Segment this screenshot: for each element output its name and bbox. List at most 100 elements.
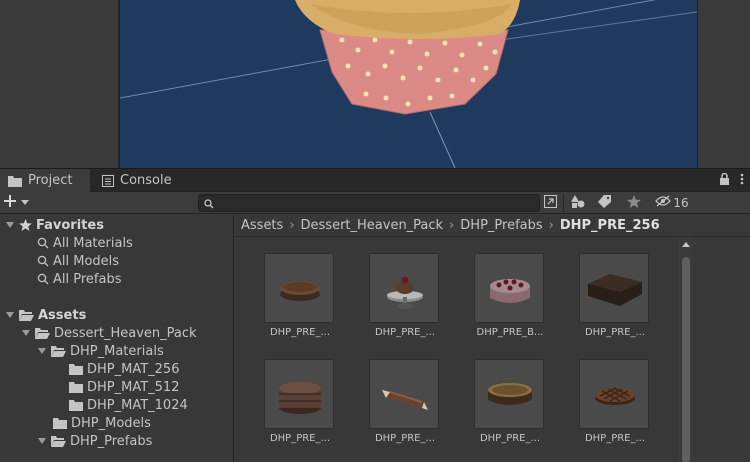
tree-item-dessert-heaven-pack[interactable]: Dessert_Heaven_Pack bbox=[0, 324, 233, 342]
chevron-right-icon: › bbox=[548, 218, 554, 233]
tree-item-label: DHP_MAT_512 bbox=[87, 379, 180, 395]
scene-area bbox=[0, 0, 750, 168]
folder-icon bbox=[69, 381, 83, 393]
expand-arrow-icon[interactable] bbox=[6, 312, 14, 318]
search-icon bbox=[204, 198, 214, 213]
folder-icon bbox=[69, 363, 83, 375]
expand-arrow-icon[interactable] bbox=[38, 438, 46, 444]
tree-item-dhp-mat-1024[interactable]: DHP_MAT_1024 bbox=[0, 396, 233, 414]
tree-item-label: DHP_MAT_256 bbox=[87, 361, 180, 377]
left-panel bbox=[0, 0, 119, 168]
asset-item[interactable]: DHP_PRE_... bbox=[250, 253, 340, 349]
filter-by-type-button[interactable] bbox=[568, 194, 588, 212]
search-input[interactable] bbox=[217, 195, 537, 211]
asset-item[interactable]: DHP_PRE_... bbox=[460, 359, 550, 455]
breadcrumb-item[interactable]: Assets bbox=[241, 218, 283, 233]
project-window: Project Console 16 Favorites All Materia… bbox=[0, 168, 750, 462]
breadcrumb-current[interactable]: DHP_PRE_256 bbox=[560, 218, 660, 233]
folder-open-icon bbox=[51, 345, 66, 357]
tree-item-label: Dessert_Heaven_Pack bbox=[54, 325, 197, 341]
asset-label: DHP_PRE_... bbox=[584, 327, 646, 338]
tab-project-label: Project bbox=[28, 173, 73, 188]
star-icon bbox=[627, 194, 641, 212]
tree-item-dhp-mat-512[interactable]: DHP_MAT_512 bbox=[0, 378, 233, 396]
breadcrumb-item[interactable]: DHP_Prefabs bbox=[460, 218, 542, 233]
toolbar-separator bbox=[563, 194, 564, 212]
tree-item-label: DHP_MAT_1024 bbox=[87, 397, 188, 413]
tree-item-all-models[interactable]: All Models bbox=[0, 252, 233, 270]
favorite-button[interactable] bbox=[624, 194, 644, 212]
tree-item-dhp-mat-256[interactable]: DHP_MAT_256 bbox=[0, 360, 233, 378]
search-by-type-button[interactable] bbox=[540, 194, 560, 212]
search-icon bbox=[37, 237, 49, 249]
tree-item-all-prefabs[interactable]: All Prefabs bbox=[0, 270, 233, 288]
cheesecake-thumbnail bbox=[474, 359, 544, 429]
tree-item-dhp-prefabs[interactable]: DHP_Prefabs bbox=[0, 432, 233, 450]
breadcrumb-item[interactable]: Dessert_Heaven_Pack bbox=[301, 218, 444, 233]
kebab-menu-icon[interactable] bbox=[740, 173, 744, 189]
tree-item-label: Assets bbox=[38, 307, 87, 323]
hidden-count: 16 bbox=[673, 196, 689, 210]
asset-item[interactable]: DHP_PRE_... bbox=[355, 359, 445, 455]
tree-item-label: DHP_Prefabs bbox=[70, 433, 153, 449]
lock-icon[interactable] bbox=[719, 172, 730, 189]
scene-viewport-render bbox=[120, 0, 697, 168]
expand-arrow-icon[interactable] bbox=[6, 222, 14, 228]
asset-browser: Assets › Dessert_Heaven_Pack › DHP_Prefa… bbox=[235, 215, 750, 462]
external-link-icon bbox=[543, 194, 557, 212]
tree-item-all-materials[interactable]: All Materials bbox=[0, 234, 233, 252]
asset-item[interactable]: DHP_PRE_... bbox=[565, 253, 655, 349]
cupcake-stand-thumbnail bbox=[369, 253, 439, 323]
folder-open-icon bbox=[51, 435, 66, 447]
lattice-pie-thumbnail bbox=[579, 359, 649, 429]
eye-slash-icon bbox=[655, 195, 672, 211]
folder-tree: Favorites All Materials All Models All P… bbox=[0, 215, 234, 462]
expand-arrow-icon[interactable] bbox=[22, 330, 30, 336]
asset-item[interactable]: DHP_PRE_B... bbox=[460, 253, 550, 349]
chevron-right-icon: › bbox=[449, 218, 455, 233]
tab-tools bbox=[719, 169, 744, 192]
scroll-up-arrow-icon[interactable] bbox=[682, 242, 690, 247]
expand-arrow-icon[interactable] bbox=[38, 348, 46, 354]
macaron-stack-thumbnail bbox=[264, 359, 334, 429]
asset-item[interactable]: DHP_PRE_... bbox=[565, 359, 655, 455]
asset-label: DHP_PRE_... bbox=[374, 327, 436, 338]
folder-icon bbox=[53, 417, 67, 429]
star-icon bbox=[19, 219, 32, 231]
console-icon bbox=[102, 174, 114, 187]
asset-item[interactable]: DHP_PRE_... bbox=[250, 359, 340, 455]
asset-label: DHP_PRE_... bbox=[269, 433, 331, 444]
filter-by-label-button[interactable] bbox=[594, 194, 614, 212]
tree-item-label: DHP_Materials bbox=[70, 343, 164, 359]
folder-open-icon bbox=[35, 327, 50, 339]
folder-open-icon bbox=[19, 309, 34, 321]
chevron-down-icon bbox=[21, 200, 29, 206]
search-field[interactable] bbox=[198, 194, 540, 212]
vertical-scrollbar[interactable] bbox=[679, 237, 693, 462]
tree-item-label: Favorites bbox=[36, 217, 104, 233]
tree-item-label: All Models bbox=[53, 253, 120, 269]
create-button[interactable] bbox=[4, 193, 38, 213]
tab-console-label: Console bbox=[120, 173, 172, 188]
tree-item-label: DHP_Models bbox=[71, 415, 151, 431]
tag-icon bbox=[597, 194, 611, 212]
tree-item-dhp-models[interactable]: DHP_Models bbox=[0, 414, 233, 432]
right-panel bbox=[697, 0, 750, 168]
chevron-right-icon: › bbox=[289, 218, 295, 233]
scene-view[interactable] bbox=[120, 0, 697, 168]
scrollbar-thumb[interactable] bbox=[682, 257, 690, 462]
asset-label: DHP_PRE_... bbox=[479, 433, 541, 444]
asset-item[interactable]: DHP_PRE_... bbox=[355, 253, 445, 349]
tab-project[interactable]: Project bbox=[0, 169, 90, 192]
hidden-packages-button[interactable]: 16 bbox=[654, 194, 690, 212]
tree-item-dhp-materials[interactable]: DHP_Materials bbox=[0, 342, 233, 360]
folder-icon bbox=[8, 175, 22, 187]
tab-console[interactable]: Console bbox=[94, 169, 184, 192]
tree-item-favorites[interactable]: Favorites bbox=[0, 216, 233, 234]
asset-label: DHP_PRE_B... bbox=[476, 327, 544, 338]
brownie-thumbnail bbox=[579, 253, 649, 323]
tree-item-label: All Materials bbox=[53, 235, 133, 251]
tree-item-assets[interactable]: Assets bbox=[0, 306, 233, 324]
folder-icon bbox=[69, 399, 83, 411]
tree-item-label: All Prefabs bbox=[53, 271, 122, 287]
